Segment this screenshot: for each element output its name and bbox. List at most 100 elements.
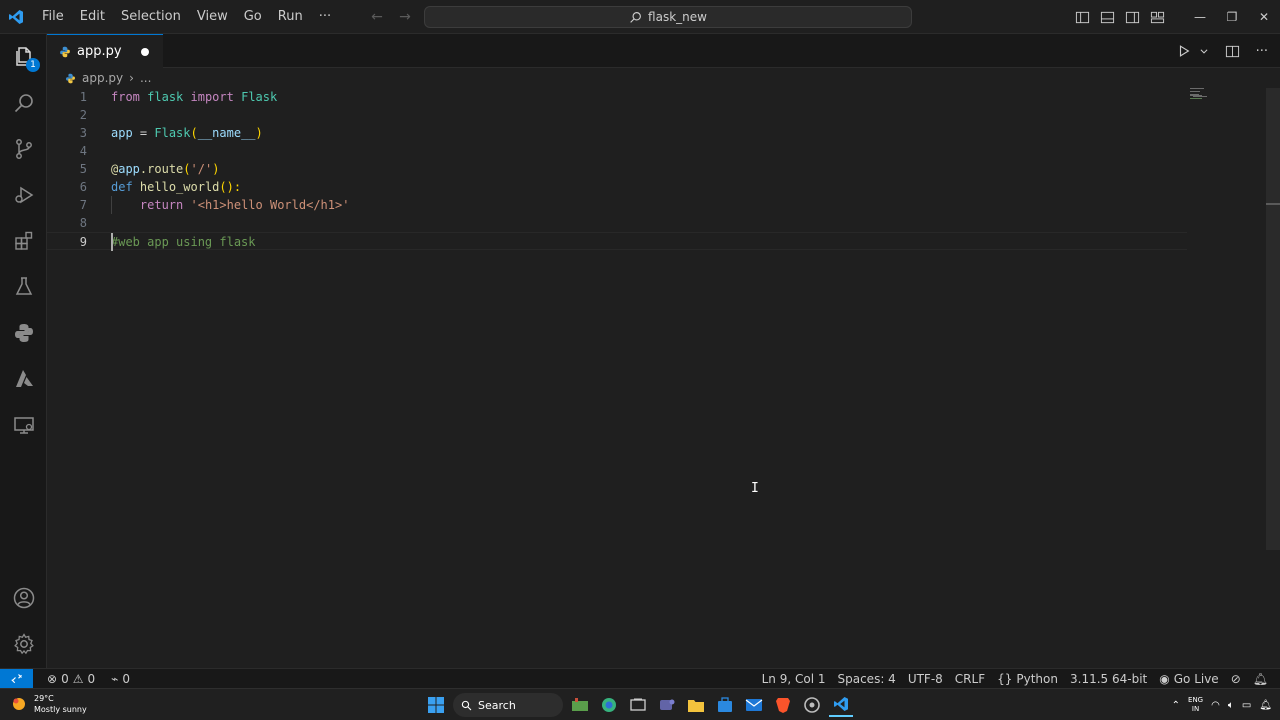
sun-icon — [13, 698, 25, 710]
menu-more[interactable]: ··· — [311, 4, 339, 30]
code-line: 7 return '<h1>hello World</h1>' — [47, 196, 1187, 214]
status-bar: ⊗ 0 ⚠ 0 ⌁ 0 Ln 9, Col 1 Spaces: 4 UTF-8 CRL… — [0, 668, 1280, 689]
notification-icon[interactable]: 🔔︎ — [1259, 700, 1272, 711]
account-icon[interactable] — [0, 575, 47, 621]
run-python-file-icon[interactable] — [1177, 44, 1191, 58]
code-line: 2 — [47, 106, 1187, 124]
brave-browser-icon[interactable] — [771, 693, 795, 717]
testing-icon[interactable] — [0, 264, 47, 310]
line-number: 1 — [79, 90, 87, 104]
wifi-icon[interactable]: ◠ — [1211, 700, 1220, 711]
go-live-button[interactable]: ◉ Go Live — [1153, 672, 1224, 686]
search-text: flask_new — [648, 10, 707, 24]
files-icon[interactable]: 1 — [0, 34, 47, 80]
menu-selection[interactable]: Selection — [113, 4, 189, 30]
windows-start-icon[interactable] — [424, 693, 448, 717]
breadcrumb-file[interactable]: app.py — [82, 71, 123, 85]
line-number: 7 — [79, 198, 87, 212]
code-line: 5 @app.route('/') — [47, 160, 1187, 178]
battery-icon[interactable]: ▭ — [1242, 700, 1251, 711]
mail-icon[interactable] — [742, 693, 766, 717]
minimize-icon[interactable]: — — [1184, 0, 1216, 34]
run-debug-icon[interactable] — [0, 172, 47, 218]
tab-app-py[interactable]: app.py — [47, 34, 163, 68]
python-file-icon — [60, 46, 70, 57]
chrome-icon[interactable] — [800, 693, 824, 717]
chevron-up-icon[interactable]: ⌃ — [1172, 700, 1180, 711]
search-label: Search — [478, 698, 516, 712]
extensions-icon[interactable] — [0, 218, 47, 264]
python-icon[interactable] — [0, 310, 47, 356]
code-text: from flask import Flask — [111, 90, 278, 104]
explorer-badge: 1 — [26, 58, 40, 72]
store-icon[interactable] — [713, 693, 737, 717]
copilot-icon[interactable]: ⊘ — [1225, 672, 1247, 686]
toggle-secondary-sidebar-icon[interactable] — [1120, 0, 1145, 34]
end-of-line[interactable]: CRLF — [949, 672, 991, 686]
search-icon — [461, 700, 472, 710]
teams-icon[interactable] — [655, 693, 679, 717]
menu-run[interactable]: Run — [270, 4, 311, 30]
indentation[interactable]: Spaces: 4 — [832, 672, 902, 686]
line-number: 2 — [79, 108, 87, 122]
notifications-bell-icon[interactable]: 🔔︎ — [1247, 672, 1274, 686]
back-arrow-icon[interactable]: ← — [368, 8, 386, 26]
settings-gear-icon[interactable] — [0, 621, 47, 667]
temperature: 29°C — [34, 694, 54, 703]
vscode-taskbar-icon[interactable] — [829, 693, 853, 717]
line-number: 8 — [79, 216, 87, 230]
task-view-icon[interactable] — [626, 693, 650, 717]
menu-edit[interactable]: Edit — [72, 4, 113, 30]
azure-icon[interactable] — [0, 356, 47, 402]
remote-indicator-icon[interactable] — [0, 668, 33, 689]
tab-label: app.py — [77, 44, 122, 59]
file-explorer-icon[interactable] — [684, 693, 708, 717]
code-editor[interactable]: 1 from flask import Flask 2 3 app = Flas… — [47, 88, 1280, 668]
vertical-scrollbar[interactable] — [1266, 88, 1280, 550]
more-actions-icon[interactable]: ··· — [1256, 44, 1268, 59]
minimap[interactable] — [1190, 88, 1220, 108]
encoding[interactable]: UTF-8 — [902, 672, 949, 686]
status-right: Ln 9, Col 1 Spaces: 4 UTF-8 CRLF {} Pytho… — [756, 669, 1274, 689]
title-bar: File Edit Selection View Go Run ··· ← → … — [0, 0, 1280, 34]
unsaved-dot-icon[interactable] — [141, 48, 149, 56]
split-editor-icon[interactable] — [1225, 44, 1240, 59]
status-left: ⊗ 0 ⚠ 0 ⌁ 0 — [33, 672, 136, 686]
weather-widget[interactable]: 29°C Mostly sunny — [10, 693, 87, 715]
menu-go[interactable]: Go — [236, 4, 270, 30]
close-icon[interactable]: ✕ — [1248, 0, 1280, 34]
taskbar-search[interactable]: Search — [453, 693, 563, 717]
code-line: 8 — [47, 214, 1187, 232]
code-text: app = Flask(__name__) — [111, 126, 263, 140]
search-icon[interactable] — [0, 80, 47, 126]
language-mode[interactable]: {} Python — [991, 672, 1064, 686]
lang-top: ENG — [1188, 696, 1204, 704]
toggle-panel-icon[interactable] — [1095, 0, 1120, 34]
navigation-arrows: ← → — [368, 8, 414, 26]
search-icon — [630, 11, 641, 23]
customize-layout-icon[interactable] — [1145, 0, 1170, 34]
broadcast-icon: ◉ — [1159, 672, 1170, 686]
chevron-down-icon[interactable] — [1199, 46, 1209, 56]
widgets-icon[interactable] — [568, 693, 592, 717]
copilot-app-icon[interactable] — [597, 693, 621, 717]
remote-explorer-icon[interactable] — [0, 402, 47, 448]
error-count: 0 — [61, 671, 69, 686]
command-center-search[interactable]: flask_new — [424, 6, 912, 28]
language-indicator[interactable]: ENG IN — [1188, 696, 1203, 714]
ports-icon: ⌁ — [111, 671, 119, 686]
source-control-icon[interactable] — [0, 126, 47, 172]
restore-icon[interactable]: ❐ — [1216, 0, 1248, 34]
forward-arrow-icon[interactable]: → — [396, 8, 414, 26]
menu-file[interactable]: File — [34, 4, 72, 30]
ports-status[interactable]: ⌁ 0 — [105, 672, 136, 686]
problems-status[interactable]: ⊗ 0 ⚠ 0 — [41, 672, 101, 686]
breadcrumb-symbols[interactable]: ... — [140, 71, 151, 85]
cursor-position[interactable]: Ln 9, Col 1 — [756, 672, 832, 686]
weather-text: 29°C Mostly sunny — [34, 693, 87, 715]
python-interpreter[interactable]: 3.11.5 64-bit — [1064, 672, 1153, 686]
toggle-primary-sidebar-icon[interactable] — [1070, 0, 1095, 34]
volume-icon[interactable]: 🔈︎ — [1228, 700, 1234, 711]
line-number: 6 — [79, 180, 87, 194]
menu-view[interactable]: View — [189, 4, 236, 30]
